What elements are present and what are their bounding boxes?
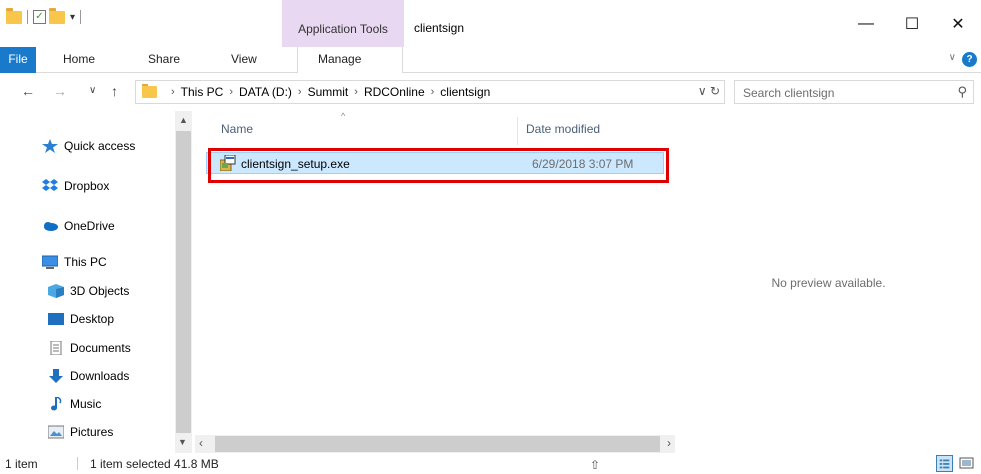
context-tab-label: Application Tools: [298, 22, 388, 36]
sidebar-item-label: Downloads: [70, 369, 130, 383]
sidebar-item-label: 3D Objects: [70, 284, 130, 298]
customize-qat-dropdown-icon[interactable]: ▾: [70, 12, 75, 23]
sidebar-item-quick-access[interactable]: Quick access: [42, 133, 135, 159]
scroll-right-icon[interactable]: ›: [667, 436, 671, 450]
breadcrumb-clientsign[interactable]: clientsign: [440, 85, 490, 99]
maximize-icon: ☐: [904, 15, 920, 33]
sidebar-item-label: OneDrive: [64, 219, 115, 233]
sidebar-item-label: This PC: [64, 255, 107, 269]
preview-message: No preview available.: [771, 276, 886, 290]
scroll-down-icon[interactable]: ▼: [178, 437, 187, 447]
column-header-date-modified[interactable]: Date modified: [526, 122, 600, 136]
music-icon: [51, 397, 62, 411]
help-icon[interactable]: ?: [962, 52, 977, 67]
folder-icon: [142, 84, 157, 98]
large-icons-view-icon[interactable]: [958, 455, 975, 472]
navigation-pane: Quick access Dropbox OneDrive This PC 3D…: [0, 111, 192, 453]
status-item-count: 1 item: [5, 457, 38, 471]
status-bar: 1 item 1 item selected 41.8 MB ⇧: [0, 453, 981, 474]
download-icon: [49, 369, 63, 383]
minimize-button[interactable]: —: [843, 0, 889, 47]
sidebar-item-documents[interactable]: Documents: [48, 335, 131, 361]
close-icon: ✕: [951, 15, 965, 33]
expand-ribbon-icon[interactable]: ∨: [949, 52, 956, 63]
minimize-icon: —: [858, 14, 874, 32]
context-tab-application-tools: Application Tools: [282, 0, 404, 47]
documents-icon: [50, 341, 62, 355]
breadcrumb-separator[interactable]: ›: [431, 86, 435, 98]
nav-pane-scrollbar[interactable]: ▲: [175, 111, 192, 453]
qat-separator-2: [80, 10, 82, 24]
address-bar[interactable]: › This PC › DATA (D:) › Summit › RDCOnli…: [135, 80, 725, 104]
sidebar-item-label: Desktop: [70, 312, 115, 326]
tab-share[interactable]: Share: [148, 47, 180, 73]
scrollbar-thumb[interactable]: [215, 436, 660, 452]
file-list-horizontal-scrollbar[interactable]: ‹ ›: [195, 435, 675, 453]
properties-check-icon[interactable]: ✓: [33, 10, 46, 24]
onedrive-icon: [44, 222, 58, 231]
qat-separator: [27, 10, 28, 24]
column-divider[interactable]: [517, 117, 518, 145]
breadcrumb-separator[interactable]: ›: [229, 86, 233, 98]
search-icon[interactable]: ⚲: [957, 84, 967, 100]
search-box[interactable]: Search clientsign ⚲: [734, 80, 974, 104]
sort-ascending-icon: ^: [341, 111, 346, 121]
desktop-icon: [48, 313, 64, 325]
column-header-name[interactable]: Name: [221, 122, 253, 136]
sidebar-item-dropbox[interactable]: Dropbox: [42, 173, 109, 199]
status-separator: [77, 457, 78, 470]
ribbon-tab-row: File Home Share View Manage ∨ ?: [0, 47, 981, 73]
folder-icon: [6, 7, 22, 24]
sidebar-item-label: Pictures: [70, 425, 114, 439]
sidebar-item-label: Documents: [70, 341, 131, 355]
sidebar-item-downloads[interactable]: Downloads: [48, 363, 129, 389]
breadcrumb-data-drive[interactable]: DATA (D:): [239, 85, 292, 99]
recent-locations-dropdown[interactable]: ∨: [89, 81, 96, 101]
sidebar-item-onedrive[interactable]: OneDrive: [42, 213, 115, 239]
breadcrumb-rdconline[interactable]: RDCOnline: [364, 85, 425, 99]
sidebar-item-label: Dropbox: [64, 179, 110, 193]
navigation-row: ← → ∨ ↑ › This PC › DATA (D:) › Summit ›…: [0, 73, 981, 111]
scrollbar-thumb[interactable]: [176, 131, 191, 433]
search-input[interactable]: Search clientsign: [743, 86, 834, 100]
preview-pane: No preview available.: [676, 111, 981, 453]
star-icon: [42, 139, 58, 153]
sidebar-item-this-pc[interactable]: This PC: [42, 249, 107, 275]
maximize-button[interactable]: ☐: [889, 0, 935, 47]
tab-manage[interactable]: Manage: [318, 47, 361, 73]
title-bar: ✓ ▾ Application Tools clientsign — ☐ ✕: [0, 0, 981, 47]
quick-access-toolbar: ✓ ▾: [6, 6, 83, 28]
refresh-icon[interactable]: ∨ ↻: [698, 84, 720, 98]
sidebar-item-music[interactable]: Music: [48, 391, 101, 417]
details-view-icon[interactable]: [936, 455, 953, 472]
breadcrumb-separator[interactable]: ›: [298, 86, 302, 98]
back-button[interactable]: ←: [21, 81, 35, 101]
sidebar-item-3d-objects[interactable]: 3D Objects: [48, 278, 129, 304]
mouse-cursor-icon: ⇧: [590, 458, 601, 472]
forward-button[interactable]: →: [53, 81, 67, 101]
annotation-highlight-box: [208, 148, 669, 183]
close-button[interactable]: ✕: [935, 0, 981, 47]
tab-home[interactable]: Home: [63, 47, 95, 73]
sidebar-item-label: Quick access: [64, 139, 136, 153]
tab-file[interactable]: File: [0, 47, 36, 73]
breadcrumb-this-pc[interactable]: This PC: [181, 85, 224, 99]
new-folder-icon[interactable]: [49, 7, 65, 24]
status-selection: 1 item selected 41.8 MB: [90, 457, 219, 471]
tab-view[interactable]: View: [231, 47, 257, 73]
scroll-up-icon[interactable]: ▲: [179, 115, 188, 125]
breadcrumb-separator: ›: [171, 86, 175, 98]
breadcrumb-summit[interactable]: Summit: [308, 85, 349, 99]
breadcrumb-separator[interactable]: ›: [354, 86, 358, 98]
cube-icon: [48, 284, 64, 298]
sidebar-item-pictures[interactable]: Pictures: [48, 419, 113, 445]
pictures-icon: [48, 425, 64, 439]
sidebar-item-label: Music: [70, 397, 102, 411]
sidebar-item-desktop[interactable]: Desktop: [48, 306, 114, 332]
up-button[interactable]: ↑: [111, 81, 118, 101]
window-title: clientsign: [414, 21, 465, 35]
scroll-left-icon[interactable]: ‹: [199, 436, 203, 450]
dropbox-icon: [42, 179, 58, 191]
computer-icon: [42, 255, 58, 269]
